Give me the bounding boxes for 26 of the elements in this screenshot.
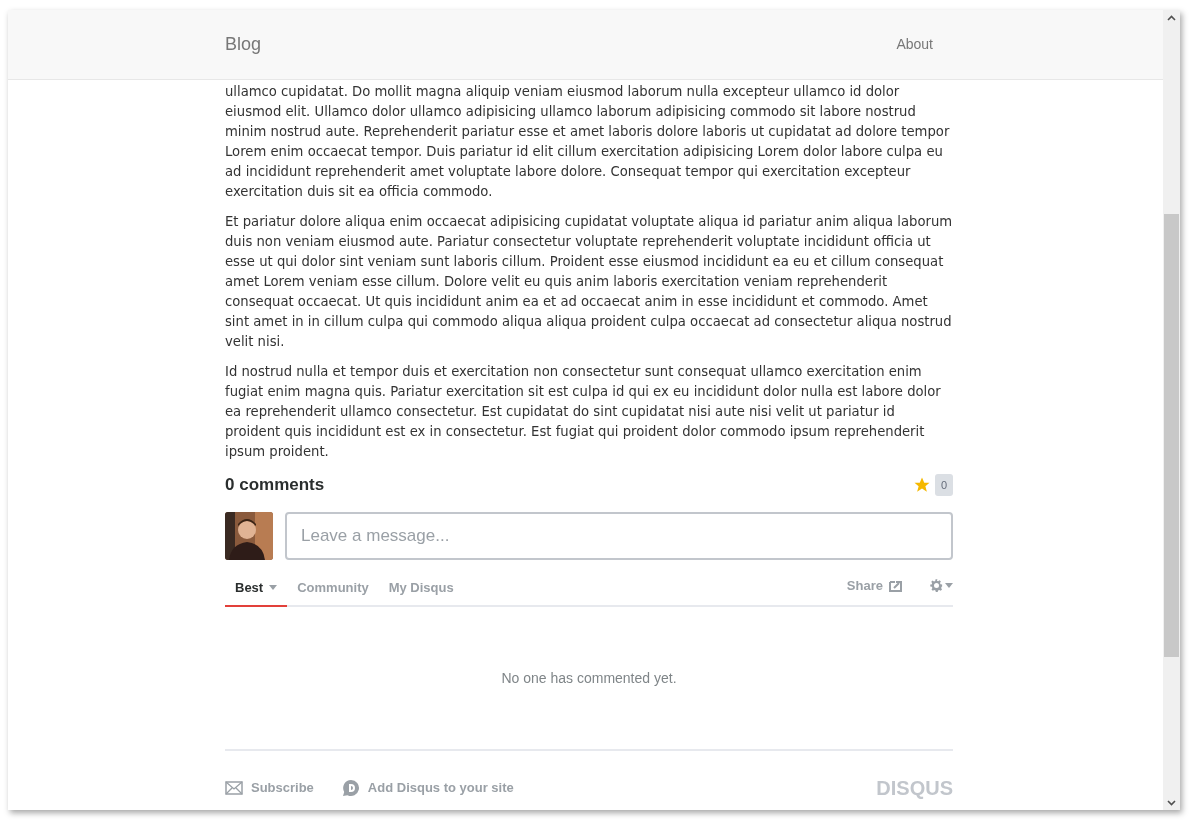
paragraph: ullamco cupidatat. Do mollit magna aliquip veniam eiusmod laborum nulla excepteur ullamco id dolor eiusmod elit. Ullamco dolor ullamco adipisicing ullamco laborum adipisicing commodo sit labore nostrud minim nostrud aute. Reprehenderit pariatur esse et amet laboris dolore laboris ut cupidatat ad dolore tempor Lorem enim occaecat tempor. Duis pariatur id elit cillum exercitation adipisicing Lorem dolor labore culpa eu ad incididunt reprehenderit amet voluptate labore dolore. Consequat tempor qui exercitation excepteur exercitation duis sit ea officia commodo. <box>225 83 951 201</box>
scroll-up-icon <box>1167 15 1176 21</box>
subscribe-link[interactable]: Subscribe <box>225 778 314 798</box>
settings-button[interactable] <box>929 577 953 593</box>
disqus-icon <box>341 779 360 797</box>
scrollbar[interactable] <box>1163 10 1180 810</box>
scroll-down-icon <box>1167 800 1176 806</box>
add-disqus-link[interactable]: Add Disqus to your site <box>341 778 514 798</box>
scroll-thumb[interactable] <box>1164 214 1179 657</box>
envelope-icon <box>225 781 243 795</box>
paragraph: Id nostrud nulla et tempor duis et exercitation non consectetur sunt consequat ullamco exercitation enim fugiat enim magna quis. Pariatur exercitation sit est culpa id qui ex eu incididunt dolor nulla est labore dolor ea reprehenderit ullamco consectetur. Est cupidatat do sint cupidatat nisi aute nisi velit ut pariatur id proident quis incididunt est ex in consectetur. Est fugiat qui proident dolor commodo ipsum reprehenderit ipsum proident. <box>225 363 942 461</box>
nav-link[interactable]: About <box>896 34 933 55</box>
sort-tab[interactable]: My Disqus <box>378 577 464 607</box>
brand-link[interactable]: Blog <box>225 31 262 58</box>
sort-tab[interactable]: Community <box>287 577 379 607</box>
empty-message: No one has commented yet. <box>501 668 677 688</box>
paragraph: Et pariatur dolore aliqua enim occaecat adipisicing cupidatat voluptate aliqua id pariatur anim aliqua laborum duis non veniam eiusmod aute. Pariatur consectetur voluptate reprehenderit voluptate incididunt officia ut esse ut qui dolor sint veniam sunt laboris cillum. Proident esse eiusmod incididunt ea eu et cillum consequat amet Lorem veniam esse cillum. Dolore velit eu quis anim laboris exercitation veniam reprehenderit consequat occaecat. Ut quis incididunt anim ea et ad occaecat anim in esse incididunt et commodo. Amet sint amet in in cillum culpa qui commodo aliqua aliqua proident culpa occaecat ad consectetur aliqua nostrud velit nisi. <box>225 213 953 351</box>
share-button[interactable]: Share <box>846 575 903 595</box>
sort-tab[interactable]: Best <box>225 577 288 607</box>
share-icon <box>889 578 903 592</box>
comment-count: 0 comments <box>225 474 325 496</box>
recommend-count: 0 <box>934 473 953 496</box>
settings-icon <box>929 577 944 593</box>
caret-icon <box>945 582 953 588</box>
message-field[interactable]: Leave a message... <box>285 511 953 560</box>
disqus-logo: DISQUS <box>876 776 953 801</box>
